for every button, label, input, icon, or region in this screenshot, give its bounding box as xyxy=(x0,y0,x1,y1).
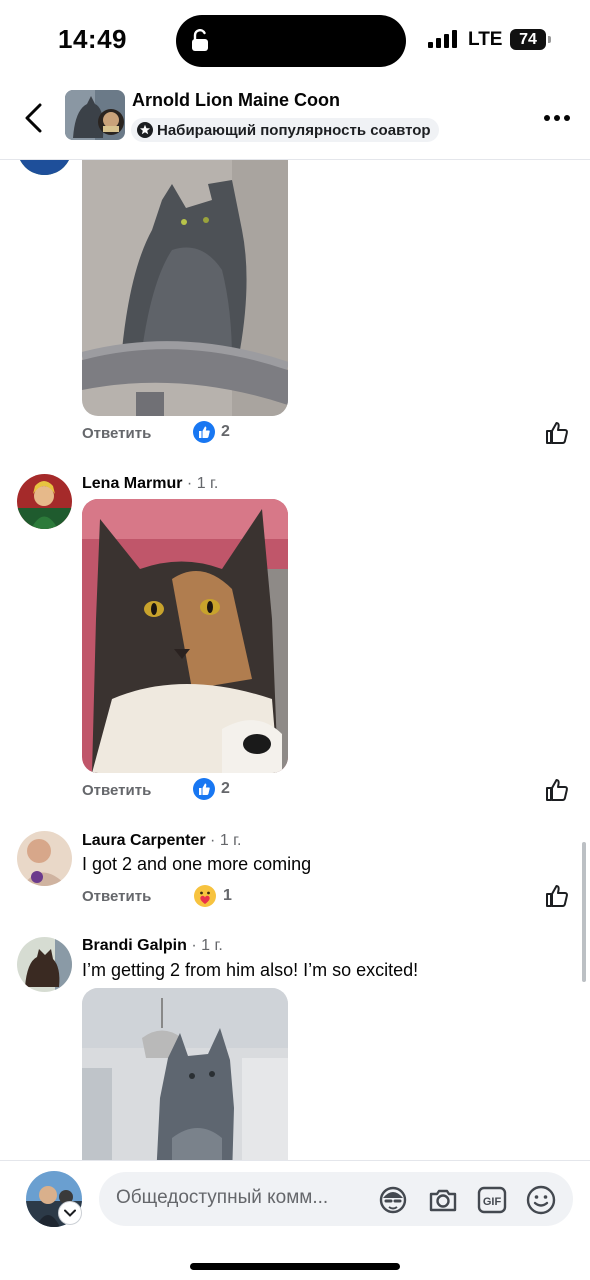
comment-author[interactable]: Lena Marmur xyxy=(82,475,182,492)
reaction-summary[interactable]: 2 xyxy=(193,778,230,800)
comments-feed[interactable]: Ответить 2 Lena Marmur · 1 г. Ответить 2 xyxy=(0,160,590,1160)
comment-text: I got 2 and one more coming xyxy=(82,854,312,874)
reply-button[interactable]: Ответить xyxy=(82,782,151,799)
comment-author-line: Lena Marmur · 1 г. xyxy=(82,475,218,493)
page-avatar[interactable] xyxy=(65,90,125,140)
care-reaction-icon xyxy=(194,885,216,907)
reaction-count: 1 xyxy=(223,887,232,904)
chevron-down-icon[interactable] xyxy=(58,1201,82,1225)
comment-input[interactable]: Общедоступный комм... GIF xyxy=(99,1172,573,1226)
gif-icon[interactable]: GIF xyxy=(476,1184,508,1216)
camera-icon[interactable] xyxy=(427,1184,459,1216)
commenter-avatar[interactable] xyxy=(17,474,72,529)
contributor-badge: Набирающий популярность соавтор xyxy=(131,118,439,142)
battery-indicator: 74 xyxy=(510,29,551,50)
reply-button[interactable]: Ответить xyxy=(82,888,151,905)
comment-author[interactable]: Laura Carpenter xyxy=(82,832,206,849)
like-outline-icon[interactable] xyxy=(544,883,570,909)
reaction-summary[interactable]: 2 xyxy=(193,421,230,443)
cellular-signal-icon xyxy=(428,30,460,48)
comment-time[interactable]: · 1 г. xyxy=(210,832,241,849)
reaction-summary[interactable]: 1 xyxy=(193,884,232,908)
status-bar: 14:49 LTE 74 xyxy=(0,0,590,80)
like-reaction-icon xyxy=(193,421,215,443)
post-header: Arnold Lion Maine Coon Набирающий популя… xyxy=(0,80,590,160)
more-dots-icon[interactable] xyxy=(542,108,572,128)
like-outline-icon[interactable] xyxy=(544,777,570,803)
comment-author[interactable]: Brandi Galpin xyxy=(82,937,187,954)
like-reaction-icon xyxy=(193,778,215,800)
badge-label: Набирающий популярность соавтор xyxy=(157,121,431,139)
commenter-avatar[interactable] xyxy=(17,937,72,992)
svg-text:GIF: GIF xyxy=(483,1196,502,1208)
reaction-count: 2 xyxy=(221,780,230,797)
network-type: LTE xyxy=(468,29,503,50)
reply-button[interactable]: Ответить xyxy=(82,425,151,442)
like-outline-icon[interactable] xyxy=(544,420,570,446)
emoji-icon[interactable] xyxy=(525,1184,557,1216)
reaction-count: 2 xyxy=(221,423,230,440)
feed-scrollbar[interactable] xyxy=(582,842,586,982)
comment-text: I’m getting 2 from him also! I’m so exci… xyxy=(82,960,419,980)
comment-photo[interactable] xyxy=(82,988,288,1160)
comment-time[interactable]: · 1 г. xyxy=(191,937,222,954)
comment-author-line: Brandi Galpin · 1 г. xyxy=(82,937,223,955)
comment-photo[interactable] xyxy=(82,499,288,773)
chevron-left-icon[interactable] xyxy=(18,98,52,138)
dynamic-island xyxy=(176,15,406,67)
avatar-sticker-icon[interactable] xyxy=(377,1184,409,1216)
unlock-icon xyxy=(192,29,208,51)
comment-time[interactable]: · 1 г. xyxy=(187,475,218,492)
commenter-avatar[interactable] xyxy=(17,831,72,886)
comment-composer: Общедоступный комм... GIF xyxy=(0,1160,590,1280)
page-title[interactable]: Arnold Lion Maine Coon xyxy=(132,90,340,111)
commenter-avatar[interactable] xyxy=(17,160,72,175)
comment-photo[interactable] xyxy=(82,160,288,416)
star-icon xyxy=(137,122,153,138)
status-time: 14:49 xyxy=(58,24,127,54)
home-indicator[interactable] xyxy=(190,1263,400,1270)
comment-input-placeholder: Общедоступный комм... xyxy=(116,1187,329,1208)
comment-author-line: Laura Carpenter · 1 г. xyxy=(82,832,242,850)
